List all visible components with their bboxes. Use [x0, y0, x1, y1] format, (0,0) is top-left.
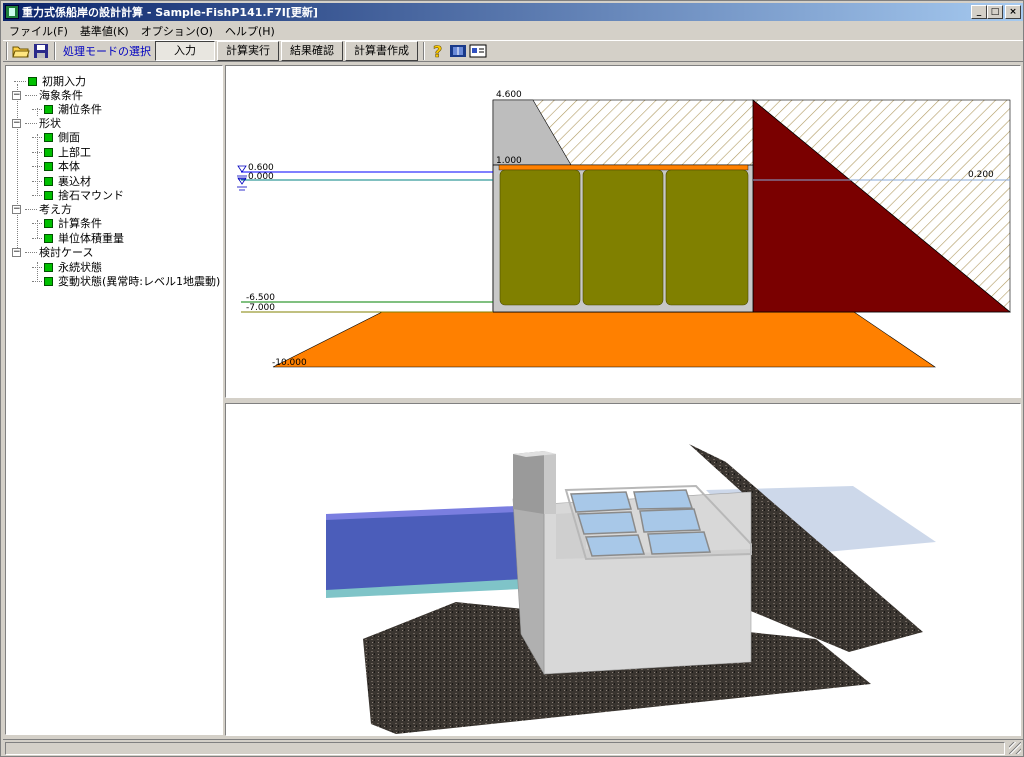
- status-box-icon: [44, 190, 53, 200]
- label-rwl: 0.200: [968, 170, 994, 180]
- status-box-icon: [44, 176, 53, 186]
- toolbar-separator: [423, 42, 425, 60]
- toolbar-separator: [54, 42, 56, 60]
- label-caisson-top: 1.000: [496, 156, 522, 166]
- status-box-icon: [44, 104, 53, 114]
- menu-standard-values[interactable]: 基準値(K): [74, 23, 135, 39]
- mode-calculate-button[interactable]: 計算実行: [217, 41, 279, 61]
- cross-section-drawing: 4.600 0.600 0.000 1.000 0.200 -6.500 -7.…: [237, 90, 1011, 368]
- window-title: 重力式係船岸の設計計算 - Sample-FishP141.F7I[更新]: [22, 6, 318, 19]
- status-box-icon: [44, 276, 53, 286]
- menu-bar: ファイル(F) 基準値(K) オプション(O) ヘルプ(H): [3, 22, 281, 40]
- title-bar: 重力式係船岸の設計計算 - Sample-FishP141.F7I[更新] _ …: [3, 3, 1023, 21]
- mode-input-button[interactable]: 入力: [155, 41, 215, 61]
- status-box-icon: [44, 262, 53, 272]
- svg-text:?: ?: [433, 42, 442, 60]
- tree-group-marine-conditions[interactable]: − 海象条件: [12, 88, 83, 102]
- tree-item-calc-conditions[interactable]: 計算条件: [32, 216, 102, 230]
- collapse-icon[interactable]: −: [12, 118, 21, 128]
- tree-item-body[interactable]: 本体: [32, 159, 80, 173]
- menu-help[interactable]: ヘルプ(H): [219, 23, 281, 39]
- close-button[interactable]: ×: [1005, 5, 1021, 19]
- check-icon: [28, 76, 37, 86]
- crown-wall-face-3d: [544, 451, 556, 514]
- window-controls: _ □ ×: [971, 5, 1021, 19]
- tree-item-label: 潮位条件: [58, 103, 102, 116]
- caisson-cell: [582, 169, 664, 306]
- water-level-icon: [237, 165, 247, 191]
- collapse-icon[interactable]: −: [12, 90, 21, 100]
- status-pane: [5, 742, 1005, 755]
- label-lwl: 0.000: [248, 172, 274, 182]
- label-caisson-bottom: -7.000: [246, 303, 275, 313]
- tree-connector: [17, 84, 18, 254]
- save-icon[interactable]: [31, 41, 51, 61]
- tree-item-backfill[interactable]: 裏込材: [32, 174, 91, 188]
- tree-group-approach[interactable]: − 考え方: [12, 202, 72, 216]
- maximize-button[interactable]: □: [987, 5, 1003, 19]
- tree-group-study-cases[interactable]: − 検討ケース: [12, 245, 93, 259]
- book-icon[interactable]: [448, 41, 468, 61]
- tree-item-label: 計算条件: [58, 217, 102, 230]
- tree-item-persistent-state[interactable]: 永続状態: [32, 260, 102, 274]
- caisson-cell: [499, 169, 581, 306]
- resize-grip[interactable]: [1009, 742, 1021, 754]
- caisson-cap: [498, 164, 749, 171]
- collapse-icon[interactable]: −: [12, 247, 21, 257]
- cross-section-view[interactable]: 4.600 0.600 0.000 1.000 0.200 -6.500 -7.…: [225, 65, 1021, 398]
- label-seabed: -6.500: [246, 293, 275, 303]
- tree-item-label: 検討ケース: [39, 246, 94, 259]
- app-icon: [5, 5, 19, 19]
- tree-item-initial-input[interactable]: 初期入力: [14, 74, 86, 88]
- open-folder-icon[interactable]: [11, 41, 31, 61]
- toolbar-separator: [6, 42, 8, 60]
- label-top-elevation: 4.600: [496, 90, 522, 100]
- mode-select-label: 処理モードの選択: [63, 45, 151, 58]
- rubble-mound-shape: [272, 311, 936, 368]
- crown-wall-3d: [513, 451, 544, 514]
- tree-item-unit-weight[interactable]: 単位体積重量: [32, 231, 124, 245]
- status-box-icon: [44, 161, 53, 171]
- tree-item-rubble-mound[interactable]: 捨石マウンド: [32, 188, 124, 202]
- status-box-icon: [44, 218, 53, 228]
- tree-item-variable-state[interactable]: 変動状態(異常時:レベル1地震動): [32, 274, 220, 288]
- tree-item-label: 本体: [58, 160, 80, 173]
- 3d-model-drawing: [326, 444, 936, 734]
- menu-file[interactable]: ファイル(F): [3, 23, 74, 39]
- mode-report-button[interactable]: 計算書作成: [345, 41, 418, 61]
- status-box-icon: [44, 132, 53, 142]
- status-box-icon: [44, 233, 53, 243]
- tree-item-label: 変動状態(異常時:レベル1地震動): [58, 275, 221, 288]
- input-tree-panel: 初期入力 − 海象条件 潮位条件 − 形状 側面 上部工 本体 裏込材 捨石マウ…: [5, 65, 223, 735]
- tree-item-superstructure[interactable]: 上部工: [32, 145, 91, 159]
- help-icon[interactable]: ?: [428, 41, 448, 61]
- label-mound-bottom: -10.000: [272, 358, 307, 368]
- mode-results-button[interactable]: 結果確認: [281, 41, 343, 61]
- tree-group-shape[interactable]: − 形状: [12, 116, 61, 130]
- status-bar: [3, 739, 1023, 756]
- 3d-model-view[interactable]: [225, 403, 1021, 736]
- caisson-cell: [665, 169, 749, 306]
- tree-item-label: 側面: [58, 131, 80, 144]
- status-box-icon: [44, 147, 53, 157]
- minimize-button[interactable]: _: [971, 5, 987, 19]
- tree-item-side[interactable]: 側面: [32, 130, 80, 144]
- card-icon[interactable]: [468, 41, 488, 61]
- collapse-icon[interactable]: −: [12, 204, 21, 214]
- tree-item-tide-conditions[interactable]: 潮位条件: [32, 102, 102, 116]
- toolbar: 処理モードの選択 入力 計算実行 結果確認 計算書作成 ?: [3, 40, 1023, 62]
- app-window: 重力式係船岸の設計計算 - Sample-FishP141.F7I[更新] _ …: [0, 0, 1024, 757]
- menu-options[interactable]: オプション(O): [135, 23, 219, 39]
